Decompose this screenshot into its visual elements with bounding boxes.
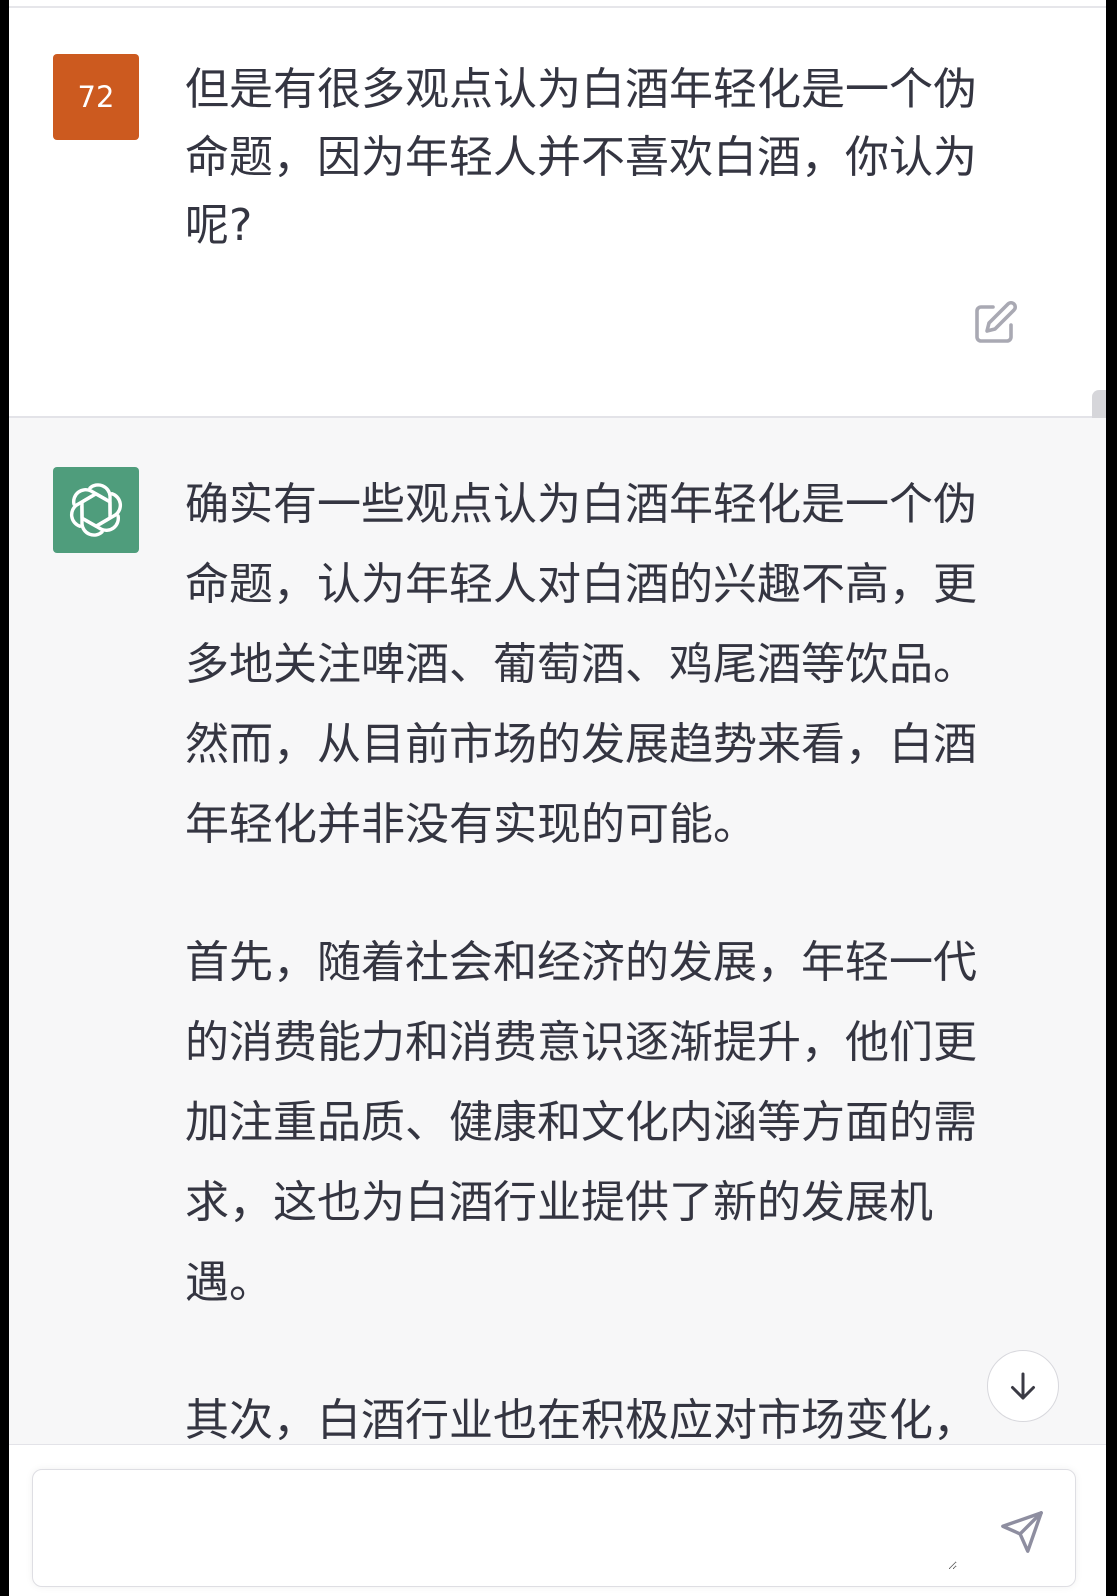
edit-icon[interactable] — [971, 299, 1019, 347]
chat-page: 72 但是有很多观点认为白酒年轻化是一个伪命题，因为年轻人并不喜欢白酒，你认为呢… — [9, 0, 1106, 1596]
user-message-text: 但是有很多观点认为白酒年轻化是一个伪命题，因为年轻人并不喜欢白酒，你认为呢? — [185, 64, 977, 251]
assistant-message: 确实有一些观点认为白酒年轻化是一个伪命题，认为年轻人对白酒的兴趣不高，更多地关注… — [9, 418, 1106, 1446]
user-avatar: 72 — [53, 54, 139, 140]
arrow-down-icon — [1011, 1372, 1035, 1400]
send-button[interactable] — [993, 1503, 1051, 1561]
message-input[interactable] — [53, 1490, 957, 1570]
composer-box — [32, 1469, 1076, 1587]
assistant-message-text: 确实有一些观点认为白酒年轻化是一个伪命题，认为年轻人对白酒的兴趣不高，更多地关注… — [185, 465, 1007, 1519]
scroll-to-bottom-button[interactable] — [987, 1350, 1059, 1422]
composer-area — [9, 1444, 1106, 1596]
openai-logo-icon — [69, 483, 123, 537]
assistant-avatar — [53, 467, 139, 553]
send-icon — [1001, 1511, 1043, 1553]
user-message: 72 但是有很多观点认为白酒年轻化是一个伪命题，因为年轻人并不喜欢白酒，你认为呢… — [9, 8, 1106, 418]
assistant-paragraph-1: 确实有一些观点认为白酒年轻化是一个伪命题，认为年轻人对白酒的兴趣不高，更多地关注… — [185, 479, 977, 850]
assistant-paragraph-2: 首先，随着社会和经济的发展，年轻一代的消费能力和消费意识逐渐提升，他们更加注重品… — [185, 937, 977, 1308]
